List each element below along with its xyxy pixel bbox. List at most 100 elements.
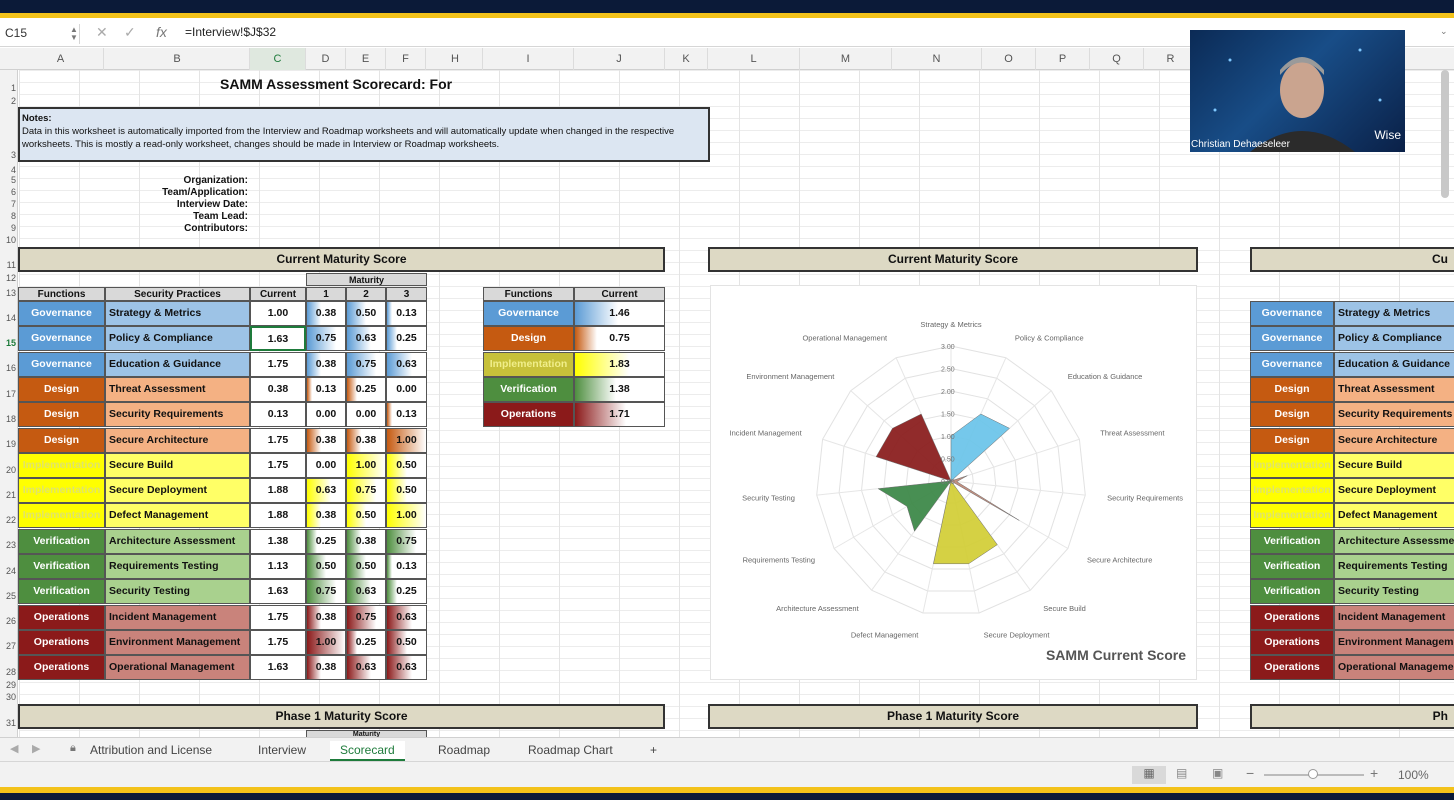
column-header-F[interactable]: F — [386, 48, 426, 70]
row-header-7[interactable]: 7 — [0, 199, 16, 209]
level-l1-cell[interactable]: 0.13 — [306, 376, 346, 402]
row-header-31[interactable]: 31 — [0, 718, 16, 728]
tab-roadmap-chart[interactable]: Roadmap Chart — [518, 741, 623, 761]
level-l1-cell[interactable]: 0.38 — [306, 655, 346, 681]
summary-current-cell[interactable]: 1.38 — [574, 376, 665, 402]
column-header-L[interactable]: L — [708, 48, 800, 70]
column-header-M[interactable]: M — [800, 48, 892, 70]
level-l3-cell[interactable]: 0.50 — [386, 629, 427, 655]
level-l2-cell[interactable]: 0.50 — [346, 554, 386, 579]
current-score-cell[interactable]: 1.75 — [250, 452, 306, 478]
current-score-cell[interactable]: 1.63 — [250, 655, 306, 681]
level-l2-cell[interactable]: 1.00 — [346, 452, 386, 478]
level-l2-cell[interactable]: 0.50 — [346, 503, 386, 529]
column-header-J[interactable]: J — [574, 48, 665, 70]
current-score-cell[interactable]: 1.00 — [250, 301, 306, 326]
row-header-26[interactable]: 26 — [0, 616, 16, 626]
row-header-21[interactable]: 21 — [0, 490, 16, 500]
row-header-11[interactable]: 11 — [0, 260, 16, 270]
level-l2-cell[interactable]: 0.50 — [346, 301, 386, 326]
level-l1-cell[interactable]: 0.38 — [306, 301, 346, 326]
column-header-B[interactable]: B — [105, 48, 250, 70]
column-header-D[interactable]: D — [306, 48, 346, 70]
level-l3-cell[interactable]: 0.50 — [386, 478, 427, 504]
level-l3-cell[interactable]: 0.13 — [386, 402, 427, 428]
row-header-9[interactable]: 9 — [0, 223, 16, 233]
summary-current-cell[interactable]: 1.83 — [574, 351, 665, 377]
row-header-14[interactable]: 14 — [0, 313, 16, 323]
level-l2-cell[interactable]: 0.75 — [346, 478, 386, 504]
level-l1-cell[interactable]: 0.38 — [306, 503, 346, 529]
current-score-cell[interactable]: 1.88 — [250, 478, 306, 504]
tab-roadmap[interactable]: Roadmap — [428, 741, 500, 761]
level-l2-cell[interactable]: 0.38 — [346, 528, 386, 554]
function-icon[interactable]: fx — [156, 24, 167, 40]
level-l1-cell[interactable]: 0.63 — [306, 478, 346, 504]
current-score-cell[interactable]: 1.75 — [250, 604, 306, 630]
row-header-25[interactable]: 25 — [0, 591, 16, 601]
level-l2-cell[interactable]: 0.63 — [346, 326, 386, 352]
zoom-handle[interactable] — [1308, 769, 1318, 779]
level-l1-cell[interactable]: 0.00 — [306, 402, 346, 428]
level-l3-cell[interactable]: 0.63 — [386, 604, 427, 630]
column-header-K[interactable]: K — [665, 48, 708, 70]
summary-current-cell[interactable]: 1.46 — [574, 301, 665, 326]
level-l3-cell[interactable]: 0.13 — [386, 554, 427, 579]
row-header-16[interactable]: 16 — [0, 363, 16, 373]
level-l2-cell[interactable]: 0.63 — [346, 655, 386, 681]
level-l2-cell[interactable]: 0.00 — [346, 402, 386, 428]
row-header-10[interactable]: 10 — [0, 235, 16, 245]
column-header-P[interactable]: P — [1036, 48, 1090, 70]
level-l1-cell[interactable]: 0.75 — [306, 326, 346, 352]
level-l3-cell[interactable]: 1.00 — [386, 427, 427, 453]
row-header-27[interactable]: 27 — [0, 641, 16, 651]
level-l1-cell[interactable]: 0.00 — [306, 452, 346, 478]
page-break-icon[interactable]: ▣ — [1212, 766, 1223, 780]
row-header-2[interactable]: 2 — [0, 96, 16, 106]
expand-formula-icon[interactable]: ⌄ — [1440, 26, 1448, 37]
level-l3-cell[interactable]: 0.25 — [386, 579, 427, 605]
level-l2-cell[interactable]: 0.75 — [346, 604, 386, 630]
level-l3-cell[interactable]: 0.00 — [386, 376, 427, 402]
row-header-3[interactable]: 3 — [0, 150, 16, 160]
level-l3-cell[interactable]: 0.63 — [386, 655, 427, 681]
tab-attribution-and-license[interactable]: Attribution and License — [80, 741, 222, 761]
level-l3-cell[interactable]: 0.25 — [386, 326, 427, 352]
column-header-O[interactable]: O — [982, 48, 1036, 70]
row-header-1[interactable]: 1 — [0, 83, 16, 93]
zoom-in-icon[interactable]: + — [1370, 765, 1378, 781]
column-header-H[interactable]: H — [428, 48, 483, 70]
level-l1-cell[interactable]: 0.38 — [306, 351, 346, 377]
row-header-22[interactable]: 22 — [0, 515, 16, 525]
level-l1-cell[interactable]: 0.38 — [306, 604, 346, 630]
column-header-Q[interactable]: Q — [1090, 48, 1144, 70]
current-score-cell[interactable]: 0.13 — [250, 402, 306, 428]
current-score-cell[interactable]: 1.13 — [250, 554, 306, 579]
cancel-icon[interactable]: ✕ — [96, 24, 108, 41]
add-sheet-button[interactable]: + — [640, 741, 667, 761]
formula-input[interactable]: =Interview!$J$32 — [185, 25, 276, 39]
current-score-cell[interactable]: 1.63 — [250, 326, 306, 352]
column-header-C[interactable]: C — [250, 48, 306, 70]
level-l2-cell[interactable]: 0.38 — [346, 427, 386, 453]
level-l2-cell[interactable]: 0.75 — [346, 351, 386, 377]
current-score-cell[interactable]: 1.75 — [250, 427, 306, 453]
vertical-scrollbar[interactable] — [1441, 70, 1449, 198]
row-header-28[interactable]: 28 — [0, 667, 16, 677]
next-sheet-icon[interactable]: ▶ — [32, 742, 40, 755]
level-l1-cell[interactable]: 0.50 — [306, 554, 346, 579]
row-header-8[interactable]: 8 — [0, 211, 16, 221]
column-header-A[interactable]: A — [18, 48, 104, 70]
prev-sheet-icon[interactable]: ◀ — [10, 742, 18, 755]
row-header-18[interactable]: 18 — [0, 414, 16, 424]
row-header-4[interactable]: 4 — [0, 165, 16, 175]
level-l1-cell[interactable]: 0.75 — [306, 579, 346, 605]
current-score-cell[interactable]: 0.38 — [250, 376, 306, 402]
current-score-cell[interactable]: 1.75 — [250, 351, 306, 377]
level-l2-cell[interactable]: 0.25 — [346, 629, 386, 655]
level-l1-cell[interactable]: 0.25 — [306, 528, 346, 554]
row-header-6[interactable]: 6 — [0, 187, 16, 197]
tab-interview[interactable]: Interview — [248, 741, 316, 761]
row-header-30[interactable]: 30 — [0, 692, 16, 702]
row-header-29[interactable]: 29 — [0, 680, 16, 690]
